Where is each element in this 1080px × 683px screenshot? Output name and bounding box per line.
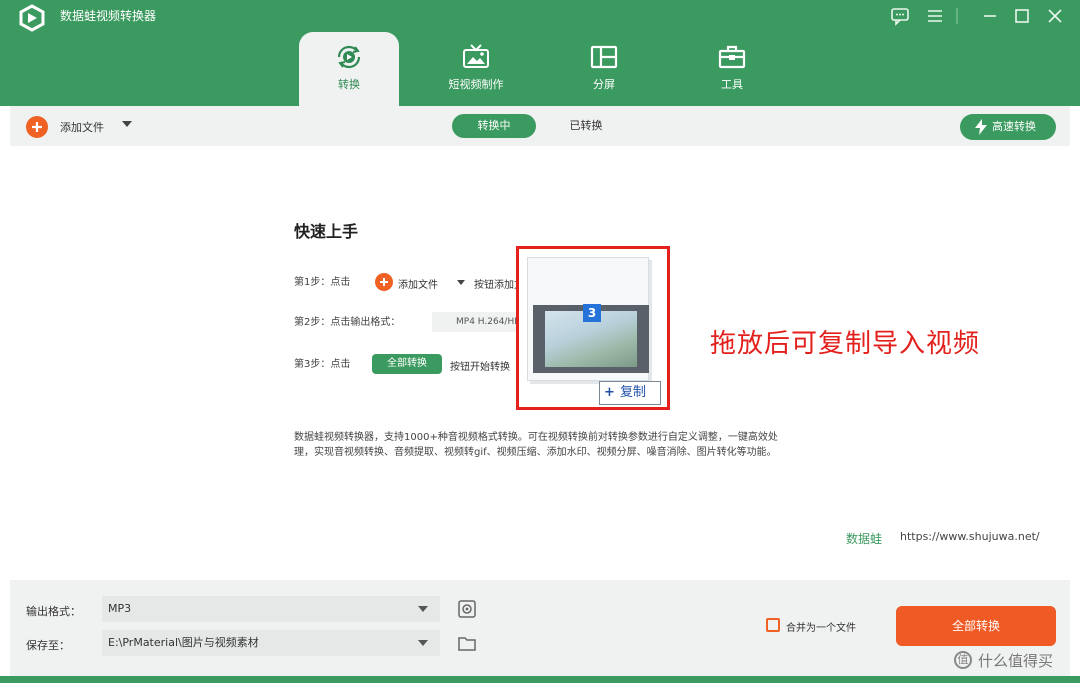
short-video-icon — [463, 44, 489, 68]
tab-converting[interactable]: 转换中 — [452, 114, 536, 138]
step2-text: 第2步：点击输出格式： — [294, 317, 401, 328]
copy-cursor-tag: + 复制 — [599, 381, 661, 405]
site-watermark-mark: 值 — [954, 651, 972, 669]
file-count-badge: 3 — [583, 304, 601, 322]
tab-convert[interactable]: 转换 — [299, 32, 399, 106]
folder-icon[interactable] — [456, 632, 478, 654]
chevron-down-icon[interactable] — [122, 121, 132, 127]
step1-text: 第1步：点击 — [294, 277, 351, 288]
tab-short-video[interactable]: 短视频制作 — [426, 32, 526, 106]
step3-text: 第3步：点击 — [294, 359, 351, 370]
output-format-value: MP3 — [108, 602, 132, 615]
file-drop-area[interactable]: 快速上手 第1步：点击 添加文件 按钮添加文件。 第2步：点击输出格式： MP4… — [10, 146, 1070, 580]
save-to-label: 保存至： — [26, 639, 70, 652]
chevron-down-icon — [418, 640, 428, 646]
fast-convert-label: 高速转换 — [992, 120, 1036, 133]
lightning-icon — [975, 119, 987, 135]
site-watermark: 值 什么值得买 — [954, 648, 1074, 674]
add-file-label[interactable]: 添加文件 — [60, 119, 104, 135]
tab-tools[interactable]: 工具 — [682, 32, 782, 106]
watermark-brand: 数据蛙 — [846, 532, 883, 546]
add-file-button[interactable] — [26, 116, 48, 138]
step1-plus-icon — [375, 273, 393, 291]
tab-label: 工具 — [721, 78, 743, 91]
title-bar: 数据蛙视频转换器 转换 短视频制作 分屏 工具 — [0, 0, 1080, 106]
tab-converted[interactable]: 已转换 — [556, 114, 616, 138]
watermark-url: https://www.shujuwa.net/ — [900, 530, 1040, 543]
copy-plus-icon: + — [604, 385, 615, 400]
drag-preview-highlight: 3 + 复制 — [516, 246, 670, 410]
window-bottom-border — [0, 676, 1080, 683]
output-settings-bar: 输出格式： MP3 保存至： E:\PrMaterial\图片与视频素材 合并为… — [10, 580, 1070, 676]
save-path-value: E:\PrMaterial\图片与视频素材 — [108, 636, 259, 649]
maximize-icon[interactable] — [1012, 6, 1032, 26]
convert-toolbar: 添加文件 转换中 已转换 高速转换 — [10, 106, 1070, 146]
menu-icon[interactable] — [925, 6, 945, 26]
step1-add-label: 添加文件 — [398, 280, 438, 291]
output-format-label: 输出格式： — [26, 605, 81, 618]
plus-icon — [32, 122, 42, 132]
annotation-text: 拖放后可复制导入视频 — [710, 329, 981, 359]
split-screen-icon — [590, 45, 618, 69]
format-settings-icon[interactable] — [456, 598, 478, 620]
app-title: 数据蛙视频转换器 — [60, 9, 157, 23]
app-logo-icon — [19, 4, 45, 32]
convert-icon — [337, 45, 361, 69]
close-icon[interactable] — [1045, 6, 1065, 26]
tab-label: 转换 — [338, 78, 360, 91]
chevron-down-icon — [418, 606, 428, 612]
merge-label[interactable]: 合并为一个文件 — [786, 619, 856, 634]
minimize-icon[interactable] — [980, 6, 1000, 26]
tab-split-screen[interactable]: 分屏 — [554, 32, 654, 106]
save-path-select[interactable]: E:\PrMaterial\图片与视频素材 — [102, 630, 440, 656]
convert-all-button[interactable]: 全部转换 — [896, 606, 1056, 646]
tab-label: 分屏 — [593, 78, 615, 91]
output-format-select[interactable]: MP3 — [102, 596, 440, 622]
tab-label: 短视频制作 — [448, 78, 504, 91]
feedback-icon[interactable] — [890, 6, 910, 26]
title-divider — [954, 6, 960, 26]
merge-checkbox[interactable] — [766, 618, 780, 632]
step3-suffix: 按钮开始转换 — [450, 362, 510, 373]
copy-label: 复制 — [620, 385, 647, 400]
toolbox-icon — [718, 45, 746, 69]
product-description: 数据蛙视频转换器，支持1000+种音视频格式转换。可在视频转换前对转换参数进行自… — [294, 432, 778, 458]
quickstart-title: 快速上手 — [294, 222, 359, 241]
fast-convert-button[interactable]: 高速转换 — [960, 114, 1056, 140]
step3-convert-all-sample: 全部转换 — [372, 354, 442, 374]
app-window: 数据蛙视频转换器 转换 短视频制作 分屏 工具 添加文件 转换中 已转换 高速转… — [0, 0, 1080, 683]
step1-chevron-down-icon — [457, 280, 465, 285]
site-watermark-text: 什么值得买 — [978, 652, 1054, 670]
